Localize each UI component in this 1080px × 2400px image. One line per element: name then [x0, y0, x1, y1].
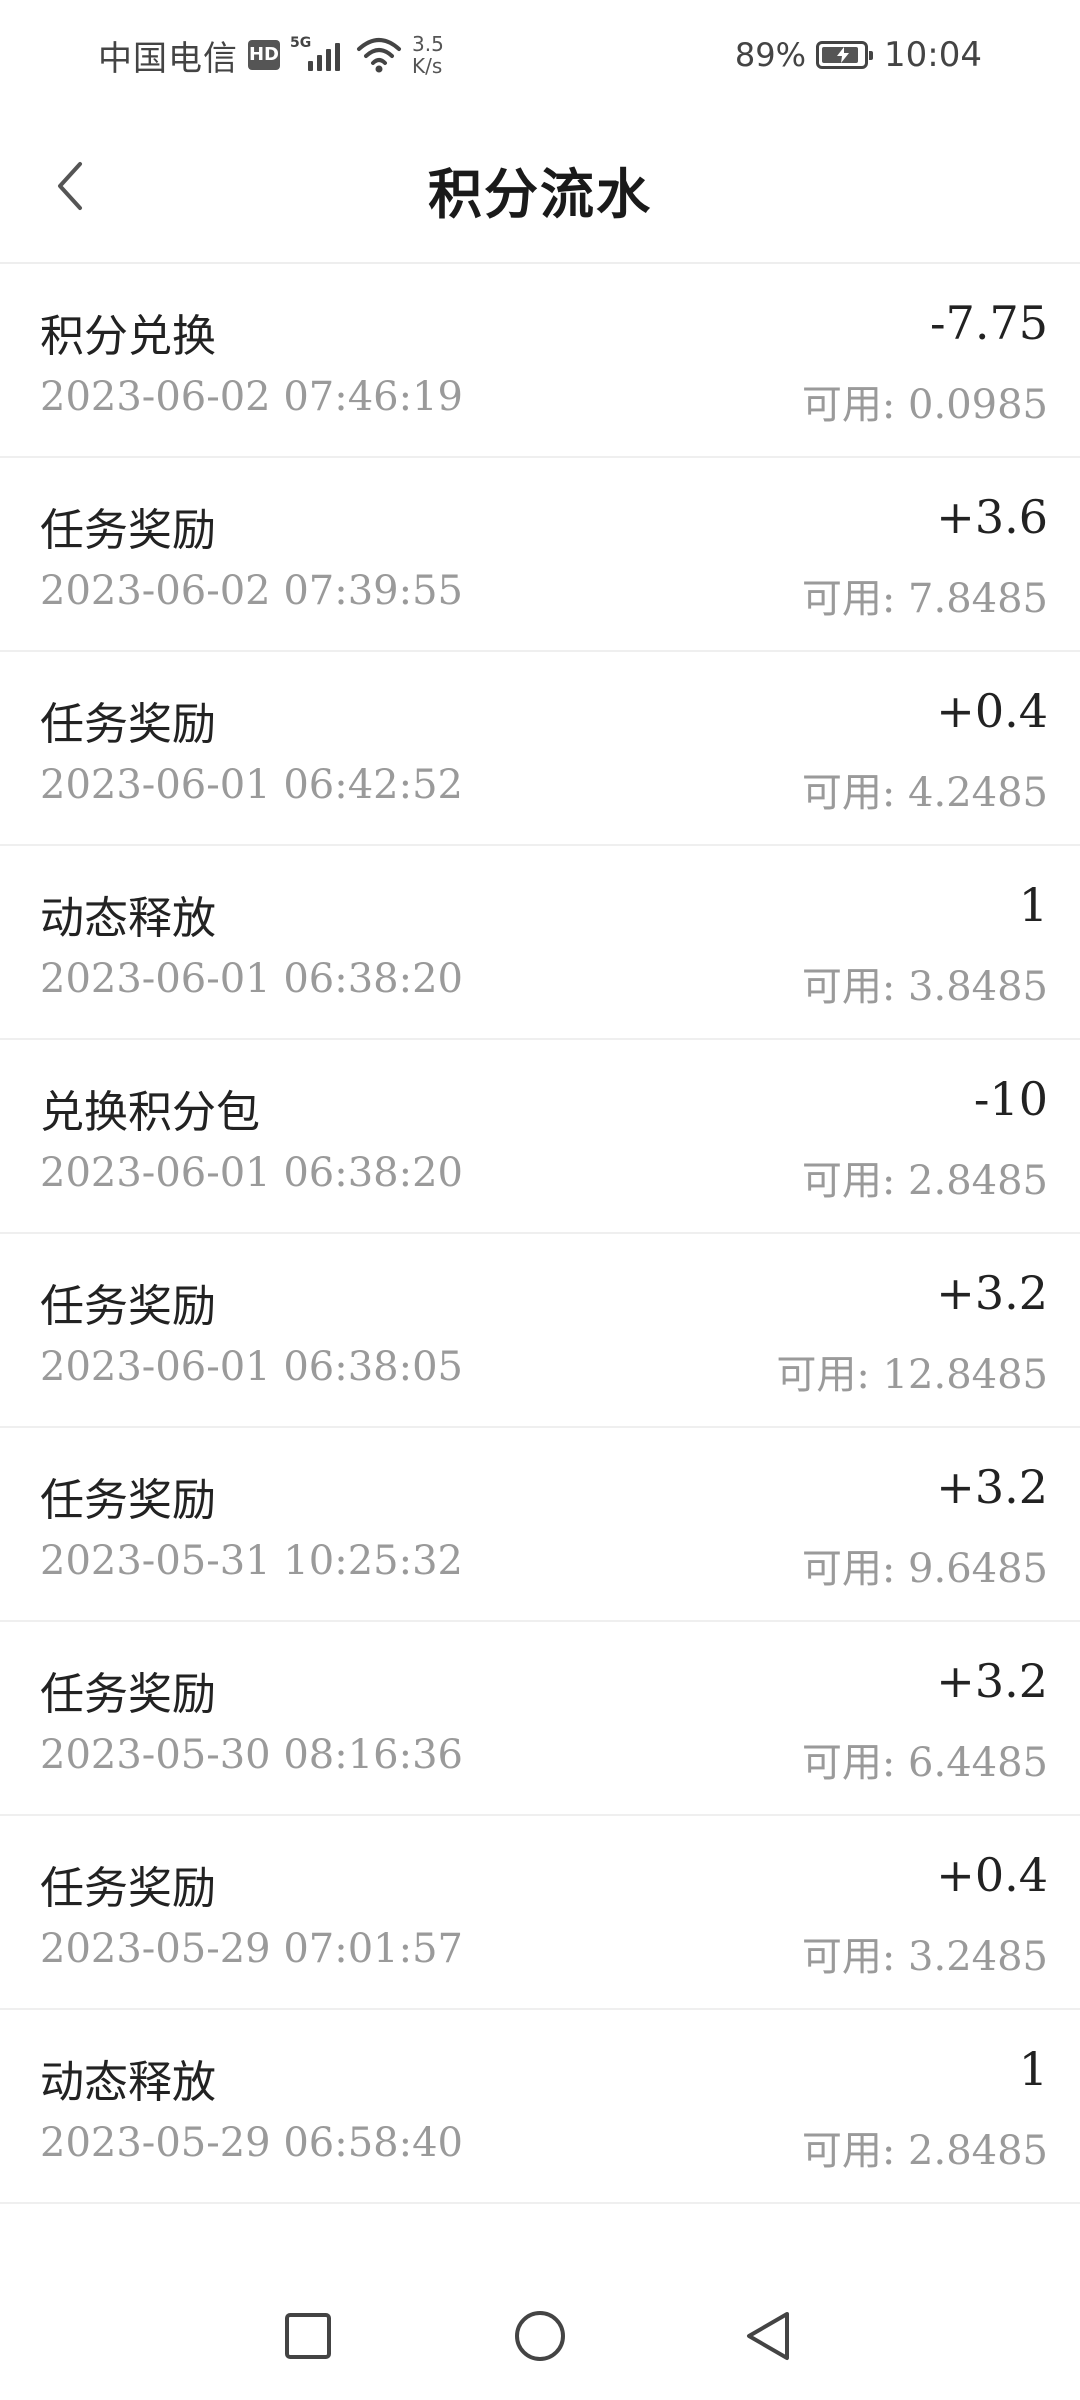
status-left: 中国电信 HD 5G 3.5 K/s	[98, 30, 444, 80]
network-speed: 3.5 K/s	[412, 33, 444, 77]
signal-icon: 5G	[290, 35, 346, 75]
battery-icon	[816, 41, 874, 69]
transaction-amount: +3.2	[936, 1654, 1048, 1708]
transaction-row[interactable]: 任务奖励 2023-05-29 07:01:57 +0.4 可用: 3.2485	[0, 1816, 1080, 2010]
transaction-row[interactable]: 任务奖励 2023-06-01 06:38:05 +3.2 可用: 12.8485	[0, 1234, 1080, 1428]
system-back-button[interactable]	[730, 2298, 806, 2374]
transaction-row[interactable]: 积分兑换 2023-06-02 07:46:19 -7.75 可用: 0.0985	[0, 264, 1080, 458]
transaction-time: 2023-05-30 08:16:36	[40, 1732, 463, 1778]
transaction-amount: -7.75	[930, 296, 1048, 350]
transaction-time: 2023-06-02 07:39:55	[40, 568, 463, 614]
system-nav-bar	[0, 2270, 1080, 2400]
wifi-icon	[357, 38, 401, 73]
transaction-row[interactable]: 动态释放 2023-06-01 06:38:20 1 可用: 3.8485	[0, 846, 1080, 1040]
transaction-available: 可用: 3.2485	[801, 1934, 1048, 1980]
square-icon	[285, 2313, 331, 2359]
hd-badge: HD	[248, 40, 280, 70]
transaction-title: 任务奖励	[40, 1281, 216, 1332]
transaction-available: 可用: 0.0985	[801, 382, 1048, 428]
transaction-time: 2023-06-01 06:38:20	[40, 1150, 463, 1196]
transaction-title: 任务奖励	[40, 1669, 216, 1720]
transaction-available: 可用: 7.8485	[801, 576, 1048, 622]
transaction-available: 可用: 3.8485	[801, 964, 1048, 1010]
transaction-title: 兑换积分包	[40, 1087, 260, 1138]
transaction-time: 2023-06-01 06:42:52	[40, 762, 463, 808]
transaction-title: 动态释放	[40, 893, 216, 944]
transaction-available: 可用: 4.2485	[801, 770, 1048, 816]
page-title: 积分流水	[428, 163, 652, 226]
transaction-row[interactable]: 任务奖励 2023-05-31 10:25:32 +3.2 可用: 9.6485	[0, 1428, 1080, 1622]
transaction-amount: -10	[973, 1072, 1048, 1126]
transaction-row[interactable]: 兑换积分包 2023-06-01 06:38:20 -10 可用: 2.8485	[0, 1040, 1080, 1234]
transaction-title: 任务奖励	[40, 1475, 216, 1526]
transaction-amount: +3.2	[936, 1266, 1048, 1320]
battery-percent: 89%	[734, 36, 807, 74]
status-bar: 中国电信 HD 5G 3.5 K/s 89% 10:04	[0, 0, 1080, 110]
transaction-row[interactable]: 任务奖励 2023-05-30 08:16:36 +3.2 可用: 6.4485	[0, 1622, 1080, 1816]
transaction-available: 可用: 6.4485	[801, 1740, 1048, 1786]
transaction-row[interactable]: 任务奖励 2023-06-02 07:39:55 +3.6 可用: 7.8485	[0, 458, 1080, 652]
home-button[interactable]	[502, 2298, 578, 2374]
transaction-list: 积分兑换 2023-06-02 07:46:19 -7.75 可用: 0.0985 任务…	[0, 264, 1080, 2204]
carrier-label: 中国电信	[98, 38, 238, 79]
status-right: 89% 10:04	[735, 30, 982, 80]
transaction-amount: +0.4	[936, 684, 1048, 738]
transaction-amount: +0.4	[936, 1848, 1048, 1902]
transaction-amount: 1	[1018, 2042, 1048, 2096]
speed-value: 3.5	[412, 32, 444, 56]
transaction-amount: 1	[1018, 878, 1048, 932]
transaction-title: 积分兑换	[40, 311, 216, 362]
transaction-time: 2023-06-01 06:38:05	[40, 1344, 463, 1390]
transaction-amount: +3.6	[936, 490, 1048, 544]
transaction-row[interactable]: 动态释放 2023-05-29 06:58:40 1 可用: 2.8485	[0, 2010, 1080, 2204]
transaction-available: 可用: 2.8485	[801, 1158, 1048, 1204]
transaction-time: 2023-06-02 07:46:19	[40, 374, 463, 420]
circle-icon	[515, 2311, 565, 2361]
transaction-time: 2023-05-31 10:25:32	[40, 1538, 463, 1584]
transaction-available: 可用: 2.8485	[801, 2128, 1048, 2174]
transaction-amount: +3.2	[936, 1460, 1048, 1514]
transaction-row[interactable]: 任务奖励 2023-06-01 06:42:52 +0.4 可用: 4.2485	[0, 652, 1080, 846]
triangle-back-icon	[747, 2312, 789, 2360]
clock: 10:04	[884, 35, 982, 75]
app-header: 积分流水	[0, 110, 1080, 264]
transaction-title: 动态释放	[40, 2057, 216, 2108]
transaction-title: 任务奖励	[40, 1863, 216, 1914]
recents-button[interactable]	[270, 2298, 346, 2374]
transaction-time: 2023-05-29 07:01:57	[40, 1926, 463, 1972]
transaction-available: 可用: 9.6485	[801, 1546, 1048, 1592]
speed-unit: K/s	[412, 54, 443, 78]
charging-bolt-icon	[837, 47, 850, 63]
transaction-title: 任务奖励	[40, 699, 216, 750]
transaction-time: 2023-06-01 06:38:20	[40, 956, 463, 1002]
transaction-available: 可用: 12.8485	[776, 1352, 1048, 1398]
transaction-time: 2023-05-29 06:58:40	[40, 2120, 463, 2166]
transaction-title: 任务奖励	[40, 505, 216, 556]
